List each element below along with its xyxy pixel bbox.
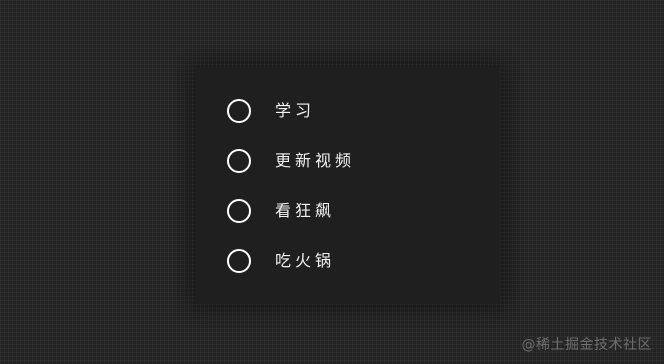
todo-item-label: 更新视频	[275, 151, 356, 170]
todo-list-card: 学习 更新视频 看狂飙 吃火锅	[196, 68, 500, 304]
todo-item-study[interactable]: 学习	[196, 97, 500, 125]
todo-radio-button[interactable]	[227, 99, 251, 123]
todo-item-hotpot[interactable]: 吃火锅	[196, 247, 500, 275]
todo-radio-button[interactable]	[227, 149, 251, 173]
todo-item-label: 吃火锅	[275, 251, 336, 270]
todo-item-label: 学习	[275, 101, 316, 120]
watermark: @稀土掘金技术社区	[521, 337, 652, 353]
todo-item-watch-show[interactable]: 看狂飙	[196, 197, 500, 225]
todo-item-label: 看狂飙	[275, 201, 336, 220]
todo-item-update-video[interactable]: 更新视频	[196, 147, 500, 175]
todo-radio-button[interactable]	[227, 199, 251, 223]
todo-radio-button[interactable]	[227, 249, 251, 273]
